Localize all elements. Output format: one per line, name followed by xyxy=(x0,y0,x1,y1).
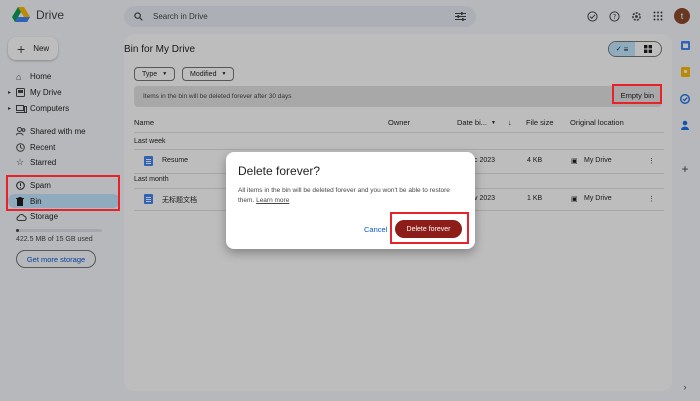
highlight-box-sidebar xyxy=(6,175,120,211)
learn-more-link[interactable]: Learn more xyxy=(256,197,289,204)
cancel-button[interactable]: Cancel xyxy=(364,225,387,234)
dialog-title: Delete forever? xyxy=(238,164,321,178)
highlight-box-empty-bin xyxy=(612,84,662,104)
dialog-message: All items in the bin will be deleted for… xyxy=(238,186,458,206)
highlight-box-delete-forever xyxy=(390,212,469,244)
